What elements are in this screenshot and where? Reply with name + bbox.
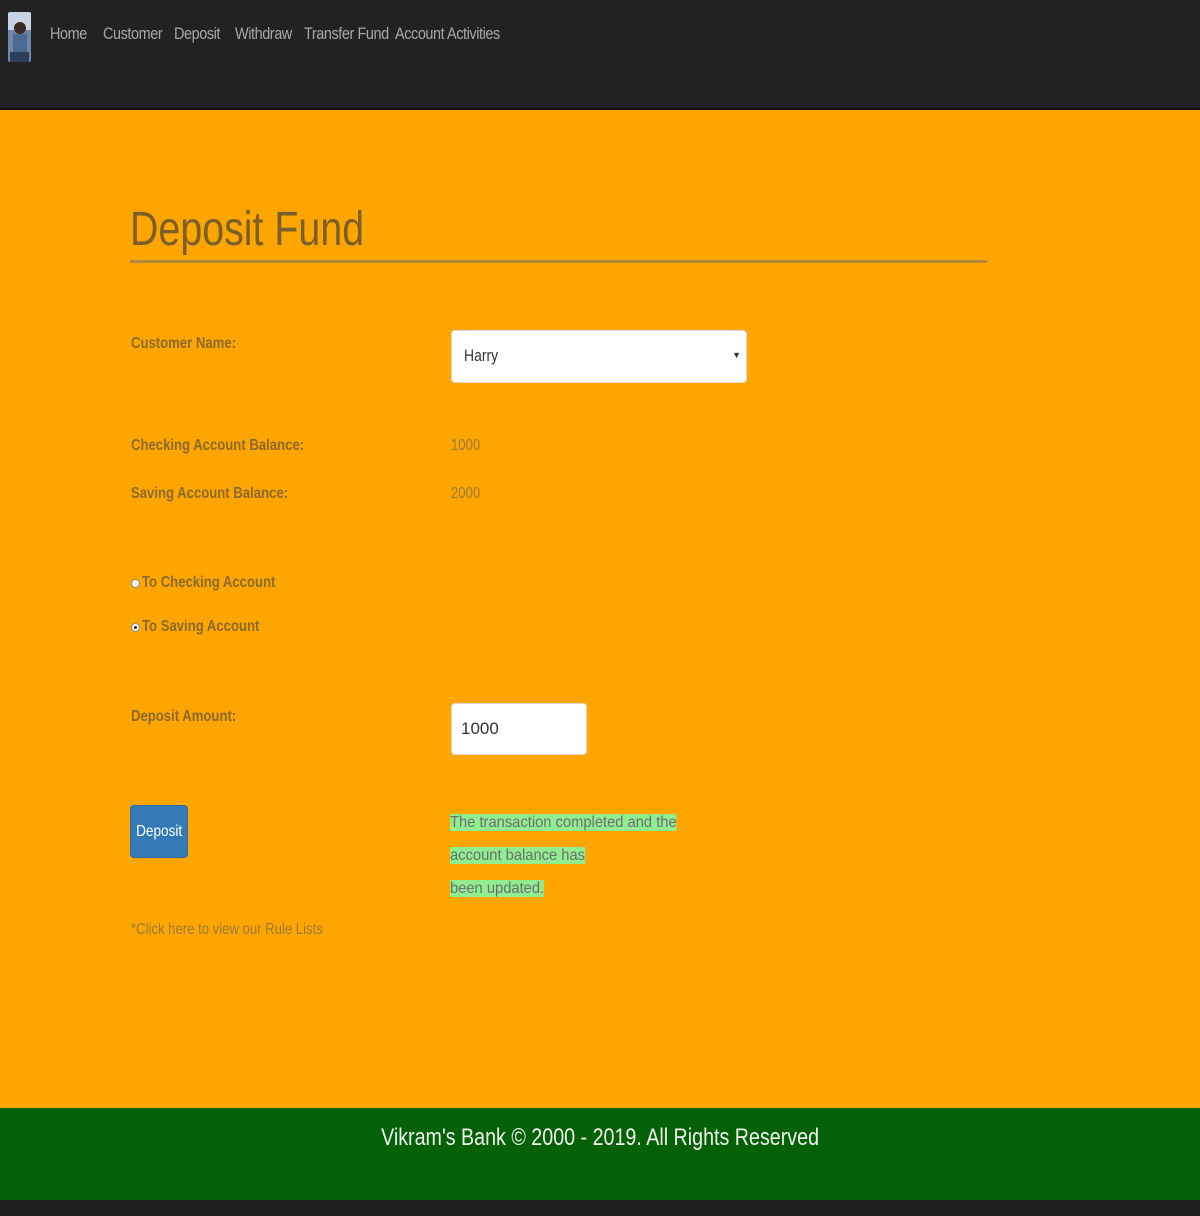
radio-checking-label: To Checking Account <box>142 574 276 591</box>
chevron-down-icon: ▼ <box>732 350 741 360</box>
nav-deposit-link[interactable]: Deposit <box>174 24 226 44</box>
success-message-line2: been updated. <box>450 880 545 897</box>
radio-option-checking[interactable]: To Checking Account <box>131 574 305 592</box>
nav-home-link[interactable]: Home <box>50 24 95 44</box>
deposit-amount-input[interactable] <box>451 703 587 755</box>
customer-select-value: Harry <box>464 346 499 365</box>
top-navbar: Home Customer Deposit Withdraw Transfer … <box>0 0 1200 110</box>
success-message: The transaction completed and the accoun… <box>450 806 717 905</box>
main-content: Deposit Fund Customer Name: Harry ▼ Chec… <box>0 110 1200 1108</box>
radio-saving-button[interactable] <box>131 622 140 632</box>
customer-name-label: Customer Name: <box>131 335 236 352</box>
saving-balance-label: Saving Account Balance: <box>131 485 288 502</box>
title-divider <box>130 260 987 263</box>
footer-copyright: Vikram's Bank © 2000 - 2019. All Rights … <box>381 1124 819 1151</box>
success-message-line1: The transaction completed and the accoun… <box>450 814 677 864</box>
radio-checking-button[interactable] <box>131 578 140 588</box>
deposit-amount-label: Deposit Amount: <box>131 708 237 725</box>
deposit-button[interactable]: Deposit <box>130 805 188 858</box>
nav-withdraw-link[interactable]: Withdraw <box>235 24 294 44</box>
deposit-button-label: Deposit <box>135 822 183 840</box>
nav-account-activities-link[interactable]: Account Activities <box>395 24 500 44</box>
customer-select[interactable]: Harry ▼ <box>451 330 747 383</box>
radio-saving-label: To Saving Account <box>142 618 260 635</box>
nav-links: Home Customer Deposit Withdraw Transfer … <box>50 24 505 44</box>
checking-balance-value: 1000 <box>451 437 481 454</box>
rule-list-link[interactable]: *Click here to view our Rule Lists <box>131 921 323 939</box>
checking-balance-label: Checking Account Balance: <box>131 437 305 454</box>
footer: Vikram's Bank © 2000 - 2019. All Rights … <box>0 1108 1200 1200</box>
radio-option-saving[interactable]: To Saving Account <box>131 618 285 636</box>
nav-customer-link[interactable]: Customer <box>103 24 163 44</box>
nav-transfer-fund-link[interactable]: Transfer Fund <box>304 24 389 44</box>
page-title: Deposit Fund <box>130 203 365 256</box>
saving-balance-value: 2000 <box>451 485 481 502</box>
logo-image[interactable] <box>8 12 31 62</box>
